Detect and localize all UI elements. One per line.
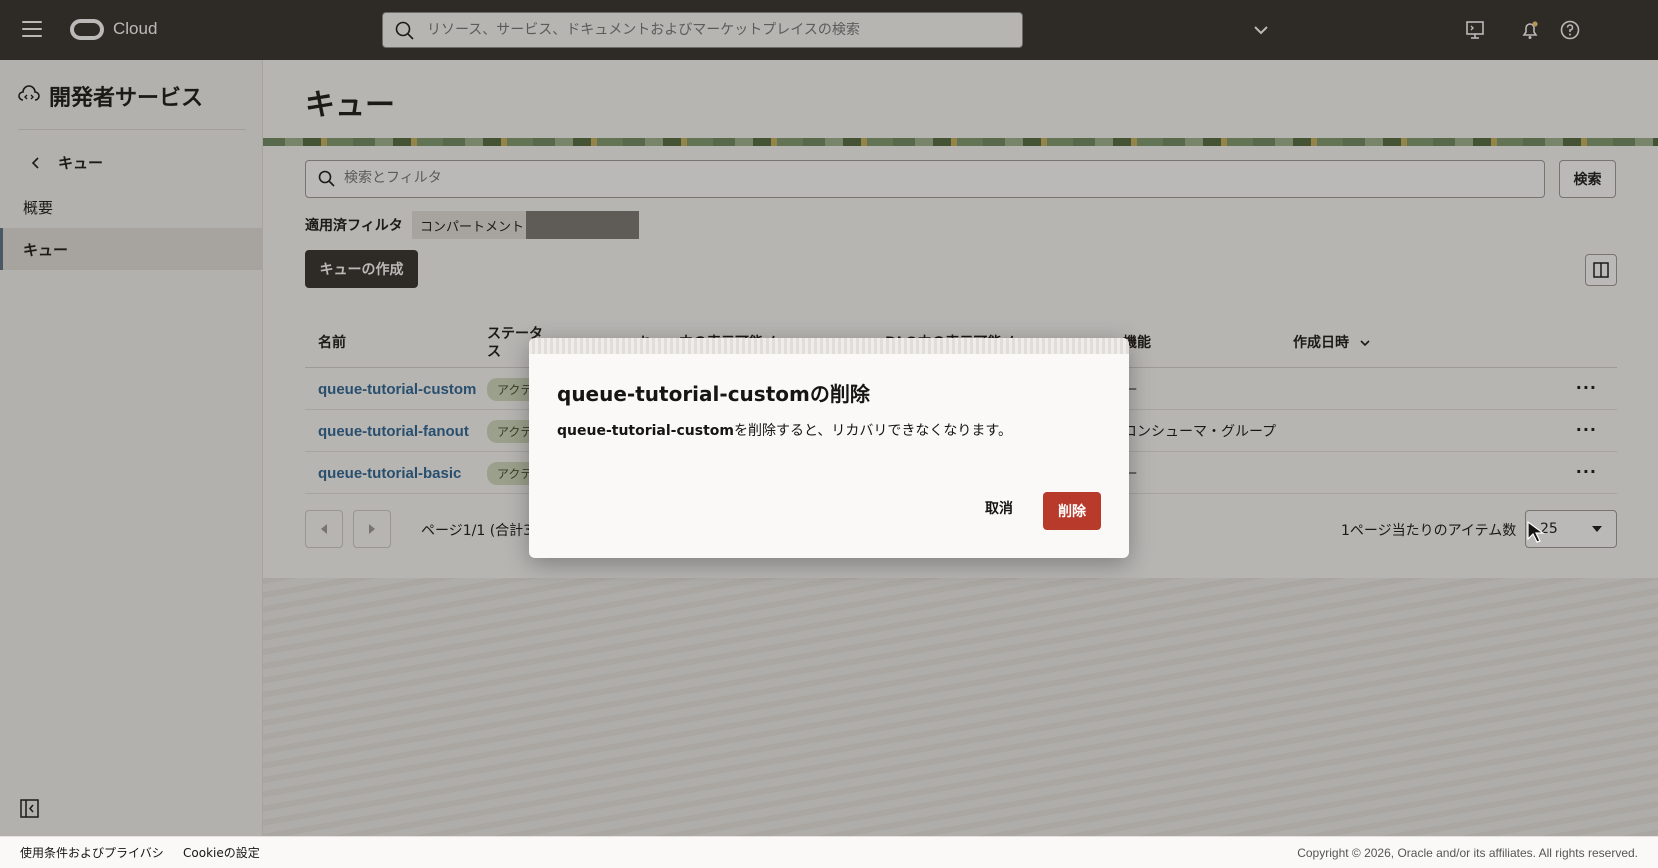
dialog-message-text: を削除すると、リカバリできなくなります。	[733, 423, 1013, 439]
dialog-header-pattern	[529, 338, 1129, 354]
dialog-message-queue-name: queue-tutorial-custom	[557, 423, 734, 439]
delete-confirm-dialog: queue-tutorial-customの削除 queue-tutorial-…	[529, 338, 1129, 558]
cancel-button[interactable]: 取消	[985, 492, 1013, 524]
footer: 使用条件およびプライバシ Cookieの設定 Copyright © 2026,…	[0, 836, 1658, 868]
delete-button[interactable]: 削除	[1043, 492, 1101, 530]
terms-link[interactable]: 使用条件およびプライバシ	[20, 844, 164, 861]
copyright-text: Copyright © 2026, Oracle and/or its affi…	[1297, 845, 1638, 860]
mouse-cursor-icon	[1527, 520, 1545, 543]
dialog-title: queue-tutorial-customの削除	[557, 382, 870, 406]
dialog-message: queue-tutorial-customを削除すると、リカバリできなくなります…	[557, 420, 1012, 440]
cookie-settings-link[interactable]: Cookieの設定	[183, 844, 260, 861]
